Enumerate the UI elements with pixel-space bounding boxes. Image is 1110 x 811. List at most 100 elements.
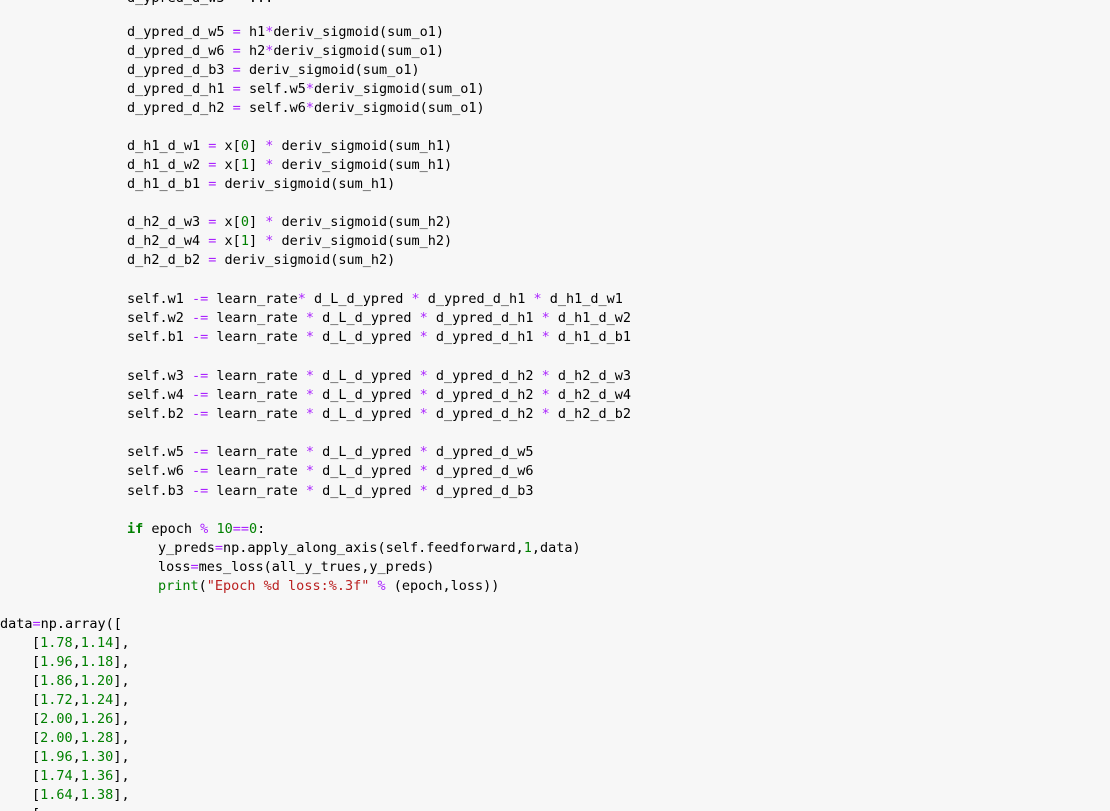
code-token: = [214,540,224,556]
code-token: * [305,483,314,499]
code-token: * [305,444,314,460]
code-token: * [419,310,428,326]
code-token: deriv_sigmoid(sum_h2) [216,252,396,268]
code-editor[interactable]: d_ypred_d_w3 = ... d_ypred_d_w5 = h1*der… [0,0,1110,811]
code-token: * [305,329,314,345]
code-line: d_ypred_d_w5 = h1*deriv_sigmoid(sum_o1) [127,23,444,42]
code-token: d_h1_d_w2 [549,310,632,326]
code-token: d_h1_d_w1 [127,138,209,154]
code-token: = [232,43,241,59]
code-token: 1.14 [80,635,114,651]
code-token: ], [113,730,130,746]
code-token: * [541,368,550,384]
code-token: 2.00 [40,711,73,727]
code-line: [ [32,805,40,811]
code-line: self.b1 -= learn_rate * d_L_d_ypred * d_… [127,328,631,347]
code-token: deriv_sigmoid(sum_h2) [273,233,453,249]
code-token: d_L_d_ypred [313,483,420,499]
code-token: d_ypred_d_h2 [427,406,542,422]
code-line: self.w1 -= learn_rate* d_L_d_ypred * d_y… [127,290,623,309]
code-token: 1.30 [80,749,114,765]
code-token: * [541,329,550,345]
code-token: , [72,692,81,708]
code-token: , [72,749,81,765]
code-line: [1.74,1.36], [32,767,130,786]
code-token: "Epoch %d loss:%.3f" [206,578,370,594]
code-token: [ [32,711,41,727]
code-token: self.w6 [127,463,193,479]
code-line: print("Epoch %d loss:%.3f" % (epoch,loss… [158,577,499,596]
code-token: d_L_d_ypred [305,291,412,307]
code-token: learn_rate [208,463,306,479]
code-token: deriv_sigmoid(sum_o1) [273,43,445,59]
code-token: -= [192,444,209,460]
code-token: * [305,310,314,326]
code-token: ], [113,787,130,803]
code-token: : [257,521,266,537]
code-line: d_h1_d_w2 = x[1] * deriv_sigmoid(sum_h1) [127,156,452,175]
code-token: epoch [143,521,201,537]
code-token: * [541,406,550,422]
code-token: * [419,406,428,422]
code-token: print [158,578,199,594]
code-token: deriv_sigmoid(sum_o1) [240,62,420,78]
code-token: learn_rate [208,406,306,422]
code-line: self.w4 -= learn_rate * d_L_d_ypred * d_… [127,386,631,405]
code-token: 1.38 [80,787,114,803]
code-token: d_ypred_d_h1 [419,291,534,307]
code-token: [ [32,730,41,746]
code-token: ( [198,578,207,594]
code-token: -= [192,387,209,403]
code-token: d_ypred_d_h2 [427,387,542,403]
code-line: d_h2_d_w4 = x[1] * deriv_sigmoid(sum_h2) [127,232,452,251]
code-token: % [377,578,386,594]
code-token: (epoch,loss)) [385,578,500,594]
code-token: self.w3 [127,368,193,384]
code-token: d_L_d_ypred [313,329,420,345]
code-token: d_ypred_d_h1 [127,81,233,97]
code-token: x[ [216,157,241,173]
code-token: 1.24 [80,692,114,708]
code-token: h2 [240,43,266,59]
code-token: ], [113,749,130,765]
code-token: h1 [240,24,266,40]
code-line: self.w2 -= learn_rate * d_L_d_ypred * d_… [127,309,631,328]
code-token: [ [32,768,41,784]
code-token: d_h2_d_b2 [127,252,209,268]
code-token: deriv_sigmoid(sum_h1) [216,176,396,192]
code-line: d_h1_d_w1 = x[0] * deriv_sigmoid(sum_h1) [127,137,452,156]
code-token: self.b3 [127,483,193,499]
code-token: [ [32,787,41,803]
code-token: 2.00 [40,730,73,746]
code-token: * [305,406,314,422]
code-token: * [305,81,314,97]
code-token: ] [248,157,266,173]
code-token: = [232,24,241,40]
code-line: d_ypred_d_w6 = h2*deriv_sigmoid(sum_o1) [127,42,444,61]
code-token: * [305,100,314,116]
code-token: self.b1 [127,329,193,345]
code-token: d_ypred_d_b3 [427,483,534,499]
code-token: * [533,291,542,307]
code-line: d_h1_d_b1 = deriv_sigmoid(sum_h1) [127,175,395,194]
code-token: * [419,463,428,479]
code-line: if epoch % 10==0: [127,520,265,539]
code-token: d_ypred_d_w6 [127,43,233,59]
code-token: y_preds [158,540,215,556]
code-token: x[ [216,233,241,249]
code-token: 1 [240,157,249,173]
code-token: self.w4 [127,387,193,403]
code-token: ] [248,233,266,249]
code-line: [1.78,1.14], [32,634,130,653]
code-token: d_h2_d_w3 [549,368,632,384]
code-line: d_h2_d_b2 = deriv_sigmoid(sum_h2) [127,251,395,270]
code-token: d_h1_d_b1 [127,176,209,192]
code-token: , [72,654,81,670]
code-token: ], [113,654,130,670]
code-token: , [72,711,81,727]
code-token: -= [192,329,209,345]
code-token: d_L_d_ypred [313,444,420,460]
code-line: y_preds=np.apply_along_axis(self.feedfor… [158,539,581,558]
code-token: 1.72 [40,692,73,708]
code-line: self.w5 -= learn_rate * d_L_d_ypred * d_… [127,443,533,462]
